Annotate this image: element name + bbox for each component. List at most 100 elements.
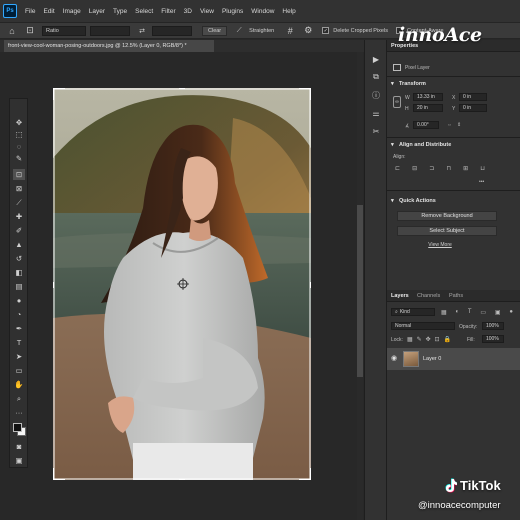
ratio-width-input[interactable] [90,25,130,36]
photoshop-logo[interactable]: Ps [3,4,17,18]
width-field[interactable]: 13.33 in [413,93,443,101]
link-icon[interactable]: ∞ [393,96,401,108]
crop-icon[interactable]: ⊡ [13,169,25,180]
menu-3d[interactable]: 3D [184,8,192,15]
align-bottom-icon[interactable]: ⊔ [480,165,485,172]
adjustments-icon[interactable]: ⚌ [371,108,381,118]
remove-background-button[interactable]: Remove Background [397,211,497,221]
more-options-icon[interactable]: ••• [479,179,484,185]
tab-paths[interactable]: Paths [449,293,463,299]
frame-icon[interactable]: ⊠ [13,183,25,194]
clear-button[interactable]: Clear [202,25,228,36]
menu-filter[interactable]: Filter [161,8,175,15]
overlay-grid-icon[interactable]: # [284,25,296,37]
transform-title[interactable]: Transform [399,81,426,87]
x-field[interactable]: 0 in [459,93,487,101]
quick-actions-chevron-icon[interactable]: ▾ [391,198,394,204]
menu-window[interactable]: Window [251,8,274,15]
home-icon[interactable]: ⌂ [6,25,18,37]
align-section-chevron-icon[interactable]: ▾ [391,142,394,148]
swap-icon[interactable]: ⇄ [136,25,148,37]
filter-shape-icon[interactable]: ▭ [480,309,486,316]
lock-transparency-icon[interactable]: ▦ [407,336,413,343]
menu-help[interactable]: Help [282,8,295,15]
info-icon[interactable]: ⓘ [371,90,381,100]
brush-settings-icon[interactable]: ✂ [371,126,381,136]
history-icon[interactable]: ⧉ [371,72,381,82]
eye-icon[interactable]: ◉ [391,355,399,363]
history-brush-icon[interactable]: ↺ [13,253,25,264]
move-icon[interactable]: ✥ [13,117,25,128]
filter-type-icon[interactable]: T [468,309,472,316]
more-tools-icon[interactable]: ··· [13,407,25,418]
filter-pixel-icon[interactable]: ▦ [441,309,447,316]
blend-mode-select[interactable]: Normal [391,322,455,330]
settings-gear-icon[interactable]: ⚙ [302,25,314,37]
document-tab[interactable]: front-view-cool-woman-posing-outdoors.jp… [4,40,214,52]
layer-filter-kind-select[interactable]: ⌕ Kind [391,308,435,316]
menu-edit[interactable]: Edit [43,8,54,15]
delete-cropped-checkbox[interactable]: ✓ [322,27,330,34]
eraser-icon[interactable]: ◧ [13,267,25,278]
layer-row[interactable]: ◉ Layer 0 [387,348,520,370]
path-select-icon[interactable]: ➤ [13,351,25,362]
lock-artboard-icon[interactable]: ⊡ [435,336,440,343]
eyedropper-icon[interactable]: ⟋ [13,197,25,208]
ratio-height-input[interactable] [152,25,192,36]
fill-field[interactable]: 100% [482,335,504,343]
height-field[interactable]: 20 in [413,104,443,112]
menu-type[interactable]: Type [113,8,127,15]
align-center-h-icon[interactable]: ⊟ [412,165,417,172]
healing-brush-icon[interactable]: ✚ [13,211,25,222]
filter-toggle-icon[interactable]: ● [509,309,513,316]
dodge-icon[interactable]: ◔ [13,309,25,320]
opacity-field[interactable]: 100% [482,322,504,330]
view-more-link[interactable]: View More [387,242,493,248]
brush-icon[interactable]: ✐ [13,225,25,236]
gradient-icon[interactable]: ▤ [13,281,25,292]
clone-stamp-icon[interactable]: ▲ [13,239,25,250]
align-middle-v-icon[interactable]: ⊞ [463,165,468,172]
quick-select-icon[interactable]: ✎ [13,153,25,164]
hand-icon[interactable]: ✋ [13,379,25,390]
lock-image-icon[interactable]: ✎ [417,336,422,343]
ratio-select[interactable]: Ratio [42,25,86,36]
menu-layer[interactable]: Layer [89,8,105,15]
quick-actions-title[interactable]: Quick Actions [399,198,436,204]
align-title[interactable]: Align and Distribute [399,142,451,148]
marquee-icon[interactable]: ⬚ [13,129,25,140]
lasso-icon[interactable]: ◌ [13,141,25,152]
rectangle-icon[interactable]: ▭ [13,365,25,376]
menu-plugins[interactable]: Plugins [222,8,243,15]
menu-image[interactable]: Image [63,8,81,15]
lock-position-icon[interactable]: ✥ [426,336,431,343]
transform-section-chevron-icon[interactable]: ▾ [391,81,394,87]
straighten-icon[interactable]: ⟋ [233,25,245,37]
angle-field[interactable]: 0.00° [413,121,439,129]
crop-tool-icon[interactable]: ⊡ [24,25,36,37]
screen-mode-icon[interactable]: ▣ [13,455,25,466]
tab-channels[interactable]: Channels [417,293,440,299]
flip-vertical-icon[interactable]: ⇕ [457,122,461,128]
menu-view[interactable]: View [200,8,214,15]
layer-name[interactable]: Layer 0 [423,356,441,362]
crop-overlay[interactable] [53,88,311,480]
menu-select[interactable]: Select [135,8,153,15]
align-right-icon[interactable]: ⊐ [429,165,434,172]
quick-mask-icon[interactable]: ◙ [13,441,25,452]
type-icon[interactable]: T [13,337,25,348]
canvas-photo[interactable] [53,88,311,480]
scrollbar-thumb[interactable] [357,205,363,377]
align-top-icon[interactable]: ⊓ [446,165,451,172]
filter-smart-icon[interactable]: ▣ [495,309,501,316]
lock-all-icon[interactable]: 🔒 [444,336,451,343]
pen-icon[interactable]: ✒ [13,323,25,334]
menu-file[interactable]: File [25,8,35,15]
foreground-color-swatch[interactable] [13,423,22,432]
tab-layers[interactable]: Layers [391,293,409,299]
flip-horizontal-icon[interactable]: ⇔ [447,122,452,128]
blur-icon[interactable]: ● [13,295,25,306]
zoom-icon[interactable]: ⌕ [13,393,25,404]
straighten-label[interactable]: Straighten [249,28,274,34]
filter-adjustment-icon[interactable]: ◐ [455,309,459,316]
